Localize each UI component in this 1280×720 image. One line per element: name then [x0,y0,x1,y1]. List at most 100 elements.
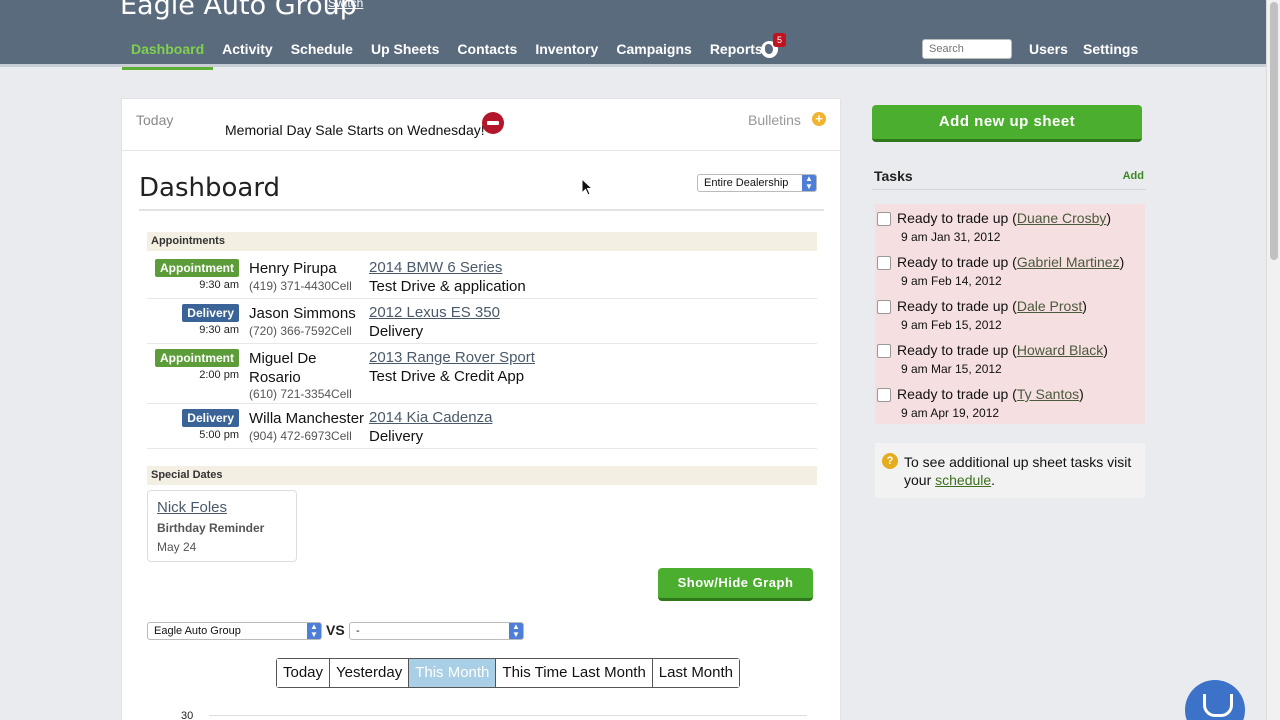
appointment-purpose: Delivery [369,323,424,340]
task-person-link[interactable]: Dale Prost [1017,298,1082,314]
nav-up-sheets[interactable]: Up Sheets [362,40,448,70]
tag-cell: Appointment [147,349,239,369]
task-checkbox[interactable] [877,344,891,358]
chat-launcher-icon[interactable] [1185,680,1245,720]
appointment-tag: Appointment [155,349,239,367]
nav-contacts[interactable]: Contacts [448,40,526,70]
task-item: Ready to trade up (Howard Black) 9 am Ma… [875,338,1145,382]
task-item: Ready to trade up (Ty Santos) 9 am Apr 1… [875,382,1145,426]
customer-name: Henry Pirupa [249,260,337,277]
switch-dealership-link[interactable]: Switch [328,0,363,10]
appointment-row: Delivery 5:00 pm Willa Manchester (904) … [147,408,817,449]
vehicle-link[interactable]: 2012 Lexus ES 350 [369,304,500,321]
nav-activity[interactable]: Activity [213,40,282,70]
delivery-tag: Delivery [182,409,239,427]
remove-bulletin-icon[interactable] [482,112,504,134]
dealership-scope-value: Entire Dealership [704,177,789,189]
show-hide-graph-button[interactable]: Show/Hide Graph [658,568,813,601]
range-today[interactable]: Today [277,659,331,687]
task-checkbox[interactable] [877,388,891,402]
add-task-link[interactable]: Add [1123,170,1144,182]
tag-cell: Appointment [147,259,239,279]
add-new-up-sheet-button[interactable]: Add new up sheet [872,105,1142,142]
task-checkbox[interactable] [877,300,891,314]
appointment-tag: Appointment [155,259,239,277]
nav-schedule[interactable]: Schedule [282,40,362,70]
task-person-link[interactable]: Ty Santos [1017,386,1079,402]
task-date: 9 am Feb 14, 2012 [901,274,1002,288]
page-scrollbar[interactable] [1266,0,1280,720]
task-checkbox[interactable] [877,256,891,270]
special-date-card: Nick Foles Birthday Reminder May 24 [147,490,297,562]
task-person-link[interactable]: Gabriel Martinez [1017,254,1120,270]
dealership-scope-select[interactable]: Entire Dealership ▲ ▼ [697,174,817,192]
customer-phone: (720) 366-7592Cell [249,324,352,338]
range-this-month[interactable]: This Month [409,659,497,687]
customer-name-line1: Miguel De [249,350,317,367]
title-divider [139,209,824,211]
task-person-link[interactable]: Duane Crosby [1017,210,1107,226]
top-header: Eagle Auto Group Switch Dashboard Activi… [0,0,1266,70]
special-date-type: Birthday Reminder [157,521,265,535]
scrollbar-thumb[interactable] [1270,2,1278,260]
vehicle-link[interactable]: 2014 Kia Cadenza [369,409,492,426]
schedule-link[interactable]: schedule [935,472,991,488]
users-link[interactable]: Users [1029,41,1068,57]
appointment-time: 5:00 pm [199,429,239,441]
select-arrows-icon: ▲ ▼ [802,175,816,191]
date-range-group: Today Yesterday This Month This Time Las… [276,658,741,688]
add-bulletin-icon[interactable]: + [812,112,826,126]
customer-phone: (419) 371-4430Cell [249,279,352,293]
nav-campaigns[interactable]: Campaigns [607,40,700,70]
compare-left-select[interactable]: Eagle Auto Group ▲ ▼ [147,622,322,640]
range-yesterday[interactable]: Yesterday [330,659,410,687]
task-person-link[interactable]: Howard Black [1017,342,1103,358]
delivery-tag: Delivery [182,304,239,322]
page-title: Dashboard [139,173,281,203]
select-arrows-icon: ▲ ▼ [307,623,321,639]
customer-phone: (610) 721-3354Cell [249,387,352,401]
today-label: Today [136,112,174,128]
customer-name-line2: Rosario [249,369,301,386]
appointment-row: Appointment 9:30 am Henry Pirupa (419) 3… [147,258,817,299]
task-text: Ready to trade up (Duane Crosby) [897,210,1112,226]
task-date: 9 am Feb 15, 2012 [901,318,1002,332]
settings-link[interactable]: Settings [1083,41,1138,57]
appointment-time: 9:30 am [199,279,239,291]
appointment-purpose: Test Drive & Credit App [369,368,525,385]
special-date-person-link[interactable]: Nick Foles [157,499,227,516]
task-date: 9 am Mar 15, 2012 [901,362,1002,376]
bulletin-text: Memorial Day Sale Starts on Wednesday! [225,122,485,138]
appointment-row: Appointment 2:00 pm Miguel De Rosario (6… [147,348,817,404]
question-icon: ? [882,453,898,469]
appointment-time: 9:30 am [199,324,239,336]
range-last-month[interactable]: Last Month [652,659,740,687]
range-this-time-last-month[interactable]: This Time Last Month [496,659,653,687]
special-date-date: May 24 [157,540,197,554]
nav-dashboard[interactable]: Dashboard [122,40,214,70]
task-text: Ready to trade up (Gabriel Martinez) [897,254,1125,270]
task-item: Ready to trade up (Duane Crosby) 9 am Ja… [875,206,1145,250]
task-text: Ready to trade up (Howard Black) [897,342,1108,358]
compare-left-value: Eagle Auto Group [154,625,241,637]
tag-cell: Delivery [147,304,239,324]
appointment-row: Delivery 9:30 am Jason Simmons (720) 366… [147,303,817,344]
task-checkbox[interactable] [877,212,891,226]
graph-y-tick: 30 [181,710,194,720]
tasks-list: Ready to trade up (Duane Crosby) 9 am Ja… [875,204,1145,424]
customer-name: Willa Manchester [249,410,365,427]
task-date: 9 am Apr 19, 2012 [901,406,1000,420]
compare-right-value: - [356,625,360,637]
bulletin-bar: Today Memorial Day Sale Starts on Wednes… [122,99,840,151]
compare-right-select[interactable]: - ▲ ▼ [349,622,524,640]
special-dates-heading: Special Dates [147,466,817,485]
appointments-heading: Appointments [147,232,817,251]
task-item: Ready to trade up (Dale Prost) 9 am Feb … [875,294,1145,338]
search-input[interactable] [922,39,1012,59]
nav-inventory[interactable]: Inventory [526,40,607,70]
bulletins-link[interactable]: Bulletins [748,112,801,128]
graph-gridline [209,715,807,716]
vehicle-link[interactable]: 2014 BMW 6 Series [369,259,502,276]
vehicle-link[interactable]: 2013 Range Rover Sport [369,349,535,366]
task-text: Ready to trade up (Dale Prost) [897,298,1087,314]
